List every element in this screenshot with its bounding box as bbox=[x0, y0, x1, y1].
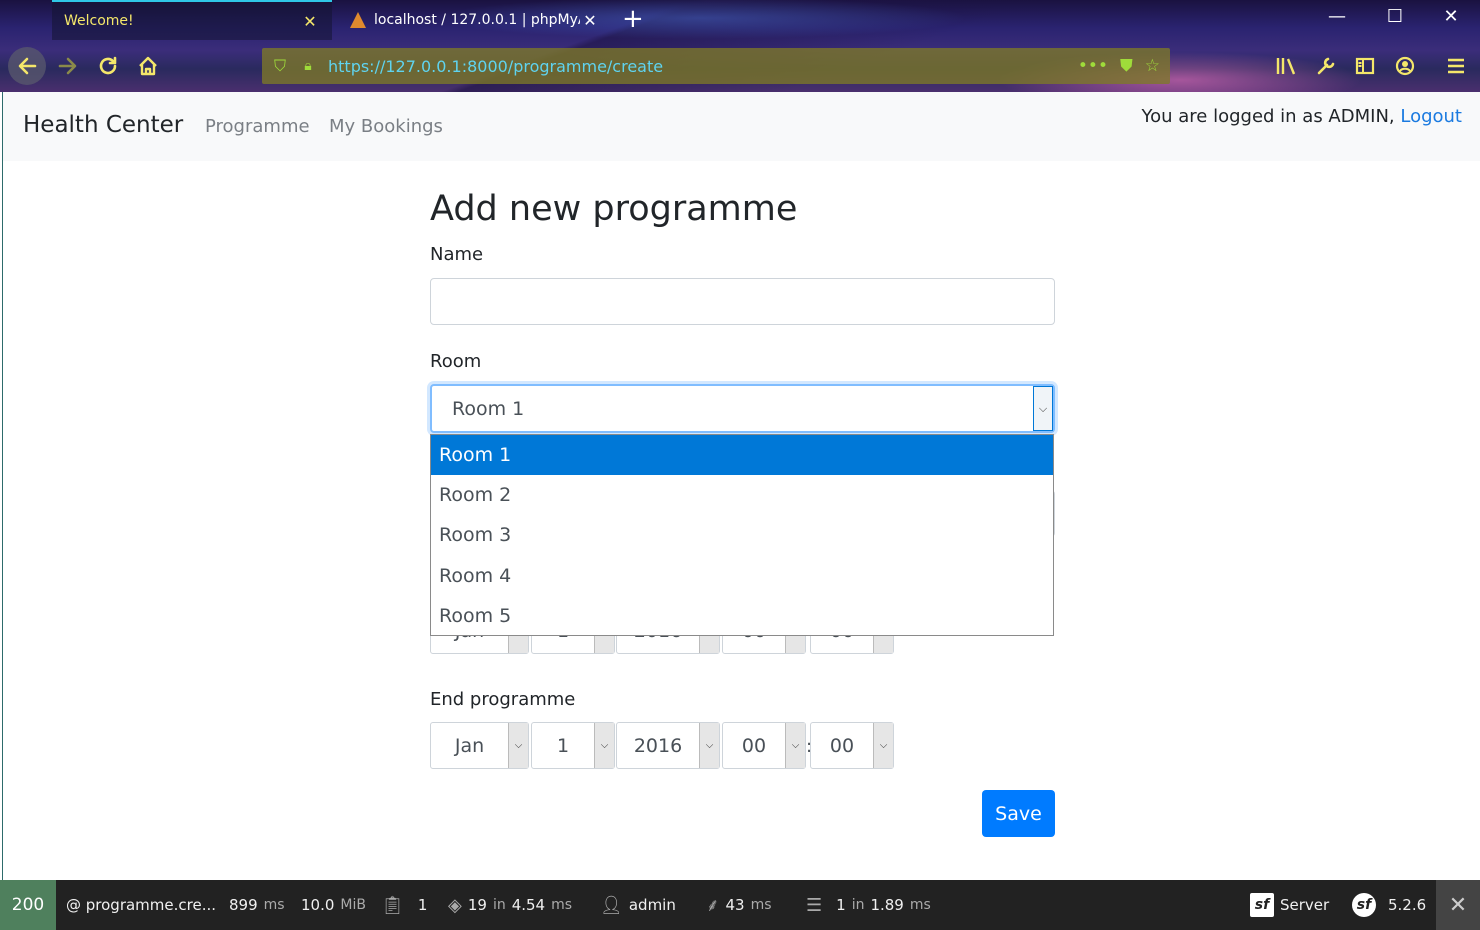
back-button[interactable] bbox=[8, 47, 46, 85]
time-item[interactable]: 899 ms bbox=[229, 880, 285, 930]
logout-link[interactable]: Logout bbox=[1400, 106, 1462, 127]
library-icon[interactable] bbox=[1270, 50, 1302, 82]
page-actions-icon[interactable]: ••• bbox=[1078, 56, 1108, 76]
page-title: Add new programme bbox=[430, 189, 798, 229]
new-tab-button[interactable]: + bbox=[622, 4, 644, 34]
user-item[interactable]: 👤︎ admin bbox=[600, 880, 676, 930]
tab-title: localhost / 127.0.0.1 | phpMyAd bbox=[374, 12, 580, 28]
home-icon bbox=[139, 56, 157, 76]
bookmark-star-icon[interactable]: ☆ bbox=[1145, 56, 1160, 76]
page-content: Health Center Programme My Bookings You … bbox=[2, 92, 1480, 880]
room-select[interactable]: Room 1 ⌵ bbox=[430, 384, 1055, 433]
end-day-value: 1 bbox=[556, 734, 570, 757]
address-bar[interactable]: ⛉ 🔒︎ https://127.0.0.1:8000/programme/cr… bbox=[262, 48, 1170, 84]
room-option-1[interactable]: Room 1 bbox=[431, 435, 1053, 476]
window-close-button[interactable]: ✕ bbox=[1436, 6, 1466, 27]
layers-icon: ◈ bbox=[448, 894, 462, 916]
lock-icon[interactable]: 🔒︎ bbox=[298, 58, 318, 74]
database-icon: ☰ bbox=[806, 894, 823, 916]
close-tab-icon[interactable]: ✕ bbox=[580, 11, 600, 30]
end-hour-select[interactable]: 00 ⌵ bbox=[722, 722, 806, 769]
nav-link-my-bookings[interactable]: My Bookings bbox=[329, 116, 443, 137]
forward-button[interactable] bbox=[52, 50, 84, 82]
cache-item[interactable]: ◈ 19 in 4.54 ms bbox=[448, 880, 572, 930]
route-item[interactable]: @ programme.cre... bbox=[66, 880, 216, 930]
account-icon[interactable] bbox=[1389, 50, 1421, 82]
minimize-button[interactable]: — bbox=[1322, 6, 1352, 27]
end-programme-label: End programme bbox=[430, 689, 576, 710]
tab-welcome[interactable]: Welcome! ✕ bbox=[52, 0, 332, 40]
route-name: @ programme.cre... bbox=[66, 896, 217, 914]
twig-item[interactable]: ⸙ 43 ms bbox=[706, 880, 772, 930]
back-arrow-icon bbox=[18, 57, 37, 75]
tracking-shield-icon[interactable]: ⛉ bbox=[262, 56, 298, 76]
forward-arrow-icon bbox=[58, 57, 77, 75]
symfony-version-item[interactable]: sf 5.2.6 bbox=[1352, 880, 1426, 930]
brand-link[interactable]: Health Center bbox=[23, 112, 183, 138]
database-item[interactable]: ☰ 1 in 1.89 ms bbox=[806, 880, 931, 930]
wrench-icon[interactable] bbox=[1310, 50, 1342, 82]
home-button[interactable] bbox=[132, 50, 164, 82]
sidebar-icon[interactable] bbox=[1349, 50, 1381, 82]
logged-in-text: You are logged in as ADMIN, bbox=[1141, 106, 1401, 127]
chevron-down-icon: ⌵ bbox=[699, 723, 719, 768]
tab-strip: Welcome! ✕ localhost / 127.0.0.1 | phpMy… bbox=[0, 0, 1480, 40]
save-button[interactable]: Save bbox=[982, 790, 1055, 837]
url-text[interactable]: https://127.0.0.1:8000/programme/create bbox=[318, 57, 1078, 76]
reload-button[interactable] bbox=[92, 50, 124, 82]
end-minute-select[interactable]: 00 ⌵ bbox=[810, 722, 894, 769]
status-code-badge[interactable]: 200 bbox=[0, 880, 56, 930]
end-month-select[interactable]: Jan ⌵ bbox=[430, 722, 529, 769]
user-info: You are logged in as ADMIN, Logout bbox=[1142, 106, 1463, 127]
twig-icon: ⸙ bbox=[706, 895, 720, 916]
chevron-down-icon: ⌵ bbox=[594, 723, 614, 768]
menu-icon[interactable] bbox=[1440, 50, 1472, 82]
chevron-down-icon: ⌵ bbox=[785, 723, 805, 768]
end-minute-value: 00 bbox=[829, 734, 855, 757]
name-input[interactable] bbox=[430, 278, 1055, 325]
server-item[interactable]: sf Server bbox=[1250, 880, 1329, 930]
room-label: Room bbox=[430, 351, 482, 372]
maximize-button[interactable]: ☐ bbox=[1380, 6, 1410, 27]
pocket-icon[interactable]: ⛊ bbox=[1120, 56, 1133, 76]
user-icon: 👤︎ bbox=[600, 894, 623, 916]
name-label: Name bbox=[430, 244, 484, 265]
close-toolbar-icon[interactable]: ✕ bbox=[1436, 880, 1480, 930]
chevron-down-icon: ⌵ bbox=[508, 723, 528, 768]
clipboard-icon: 📋︎ bbox=[381, 894, 404, 916]
room-select-value: Room 1 bbox=[452, 397, 525, 420]
end-year-value: 2016 bbox=[633, 734, 683, 757]
phpmyadmin-favicon-icon bbox=[348, 12, 368, 28]
memory-item[interactable]: 10.0 MiB bbox=[301, 880, 366, 930]
end-day-select[interactable]: 1 ⌵ bbox=[531, 722, 615, 769]
close-tab-icon[interactable]: ✕ bbox=[300, 12, 320, 31]
tab-phpmyadmin[interactable]: localhost / 127.0.0.1 | phpMyAd ✕ bbox=[336, 0, 612, 40]
symfony-server-icon: sf bbox=[1250, 893, 1274, 917]
room-option-5[interactable]: Room 5 bbox=[431, 596, 1053, 636]
end-year-select[interactable]: 2016 ⌵ bbox=[616, 722, 720, 769]
end-hour-value: 00 bbox=[741, 734, 767, 757]
chevron-down-icon[interactable]: ⌵ bbox=[1033, 386, 1053, 431]
reload-icon bbox=[99, 56, 117, 75]
symfony-logo-icon: sf bbox=[1352, 893, 1376, 917]
end-month-value: Jan bbox=[454, 734, 485, 757]
site-navbar: Health Center Programme My Bookings You … bbox=[3, 92, 1480, 161]
room-dropdown-list[interactable]: Room 1 Room 2 Room 3 Room 4 Room 5 bbox=[430, 434, 1054, 636]
tab-title: Welcome! bbox=[64, 13, 134, 29]
chevron-down-icon: ⌵ bbox=[873, 723, 893, 768]
room-option-3[interactable]: Room 3 bbox=[431, 515, 1053, 555]
browser-chrome: Welcome! ✕ localhost / 127.0.0.1 | phpMy… bbox=[0, 0, 1480, 92]
room-option-4[interactable]: Room 4 bbox=[431, 556, 1053, 596]
symfony-debug-toolbar: 200 @ programme.cre... 899 ms 10.0 MiB 📋︎ … bbox=[0, 880, 1480, 930]
nav-link-programme[interactable]: Programme bbox=[205, 116, 310, 137]
room-option-2[interactable]: Room 2 bbox=[431, 475, 1053, 515]
forms-item[interactable]: 📋︎ 1 bbox=[381, 880, 427, 930]
